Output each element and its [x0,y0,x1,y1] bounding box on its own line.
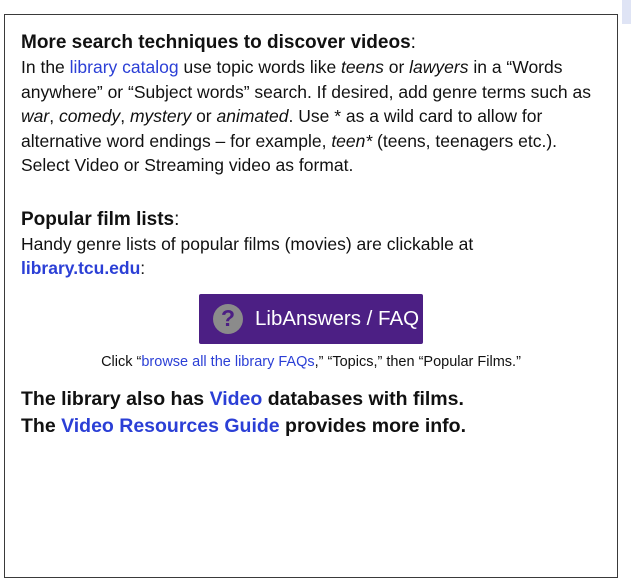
video-guide-line: The Video Resources Guide provides more … [21,415,467,437]
libanswers-faq-label: LibAnswers / FAQ [255,306,420,330]
video-databases-line: The library also has Video databases wit… [21,388,464,410]
popular-film-lists-paragraph: Handy genre lists of popular films (movi… [21,233,474,279]
browse-faqs-link[interactable]: browse all the library FAQs [141,354,314,370]
info-box: More search techniques to discover video… [4,14,618,578]
video-resources-note: The library also has Video databases wit… [21,386,601,440]
question-mark-icon: ? [213,303,243,334]
libanswers-faq-button[interactable]: ? LibAnswers / FAQ [199,293,423,344]
faq-instructions: Click “browse all the library FAQs,” “To… [101,353,521,370]
video-databases-link[interactable]: Video [210,388,263,410]
search-techniques-heading: More search techniques to discover video… [21,32,416,53]
library-site-link[interactable]: library.tcu.edu [21,258,140,278]
corner-mark [622,0,631,24]
video-resources-guide-link[interactable]: Video Resources Guide [61,415,280,437]
search-techniques-paragraph: In the library catalog use topic words l… [21,57,591,175]
popular-film-lists-heading: Popular film lists: [21,208,180,230]
library-catalog-link[interactable]: library catalog [70,57,179,77]
